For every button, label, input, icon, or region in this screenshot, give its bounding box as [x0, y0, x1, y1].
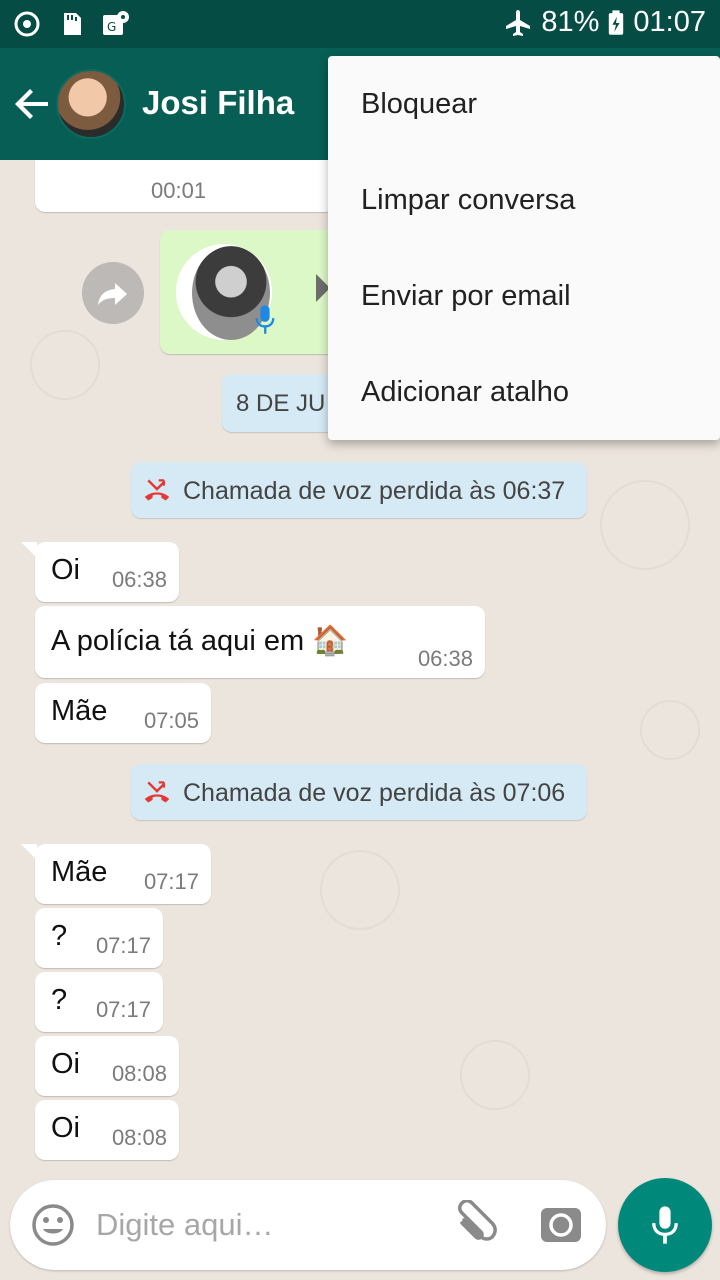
audio-message[interactable]: 00:01: [35, 160, 335, 212]
battery-percent: 81%: [541, 6, 600, 38]
incoming-message[interactable]: Mãe 07:05: [35, 683, 211, 743]
play-icon[interactable]: [73, 160, 103, 166]
menu-item-adicionar-atalho[interactable]: Adicionar atalho: [328, 344, 720, 440]
status-bar: G 81% 01:07: [0, 0, 720, 48]
incoming-message[interactable]: Oi 06:38: [21, 542, 179, 602]
wallpaper-doodle: [600, 480, 690, 570]
arrow-back-icon[interactable]: [10, 82, 54, 126]
menu-item-limpar-conversa[interactable]: Limpar conversa: [328, 152, 720, 248]
incoming-message[interactable]: Oi 08:08: [35, 1100, 179, 1160]
incoming-message[interactable]: ? 07:17: [35, 972, 163, 1032]
emoji-icon[interactable]: [30, 1202, 76, 1248]
incoming-message[interactable]: Oi 08:08: [35, 1036, 179, 1096]
missed-call-text: Chamada de voz perdida às 07:06: [183, 779, 566, 807]
incoming-message[interactable]: Mãe 07:17: [21, 844, 211, 904]
wallpaper-doodle: [320, 850, 400, 930]
wallpaper-doodle: [30, 330, 100, 400]
sync-icon: [14, 11, 40, 37]
forward-icon: [98, 283, 127, 305]
contact-avatar[interactable]: [56, 69, 126, 139]
clock: 01:07: [633, 6, 706, 38]
airplane-icon: [506, 9, 531, 36]
missed-call-notice: Chamada de voz perdida às 07:06: [131, 764, 587, 820]
sd-card-icon: [64, 13, 81, 35]
missed-call-icon: [144, 781, 170, 803]
svg-text:G: G: [107, 20, 116, 34]
missed-call-text: Chamada de voz perdida às 06:37: [183, 477, 566, 505]
incoming-message[interactable]: A polícia tá aqui em 🏠 06:38: [35, 606, 485, 678]
mic-icon: [652, 1206, 678, 1244]
audio-duration: 00:01: [151, 178, 207, 203]
camera-icon[interactable]: [538, 1202, 584, 1248]
missed-call-notice: Chamada de voz perdida às 06:37: [131, 462, 587, 518]
message-composer: [10, 1180, 606, 1270]
record-voice-button[interactable]: [618, 1178, 712, 1272]
menu-item-enviar-por-email[interactable]: Enviar por email: [328, 248, 720, 344]
message-input[interactable]: [96, 1200, 436, 1250]
menu-item-bloquear[interactable]: Bloquear: [328, 56, 720, 152]
attach-icon[interactable]: [450, 1200, 498, 1250]
incoming-message[interactable]: ? 07:17: [35, 908, 163, 968]
wallpaper-doodle: [460, 1040, 530, 1110]
missed-call-icon: [144, 479, 170, 501]
wallpaper-doodle: [640, 700, 700, 760]
forward-button[interactable]: [82, 262, 144, 324]
mic-icon: [255, 305, 275, 334]
contact-name[interactable]: Josi Filha: [142, 84, 294, 122]
overflow-menu: Bloquear Limpar conversa Enviar por emai…: [328, 56, 720, 440]
battery-charging-icon: [609, 9, 624, 35]
map-icon: G: [103, 11, 129, 35]
